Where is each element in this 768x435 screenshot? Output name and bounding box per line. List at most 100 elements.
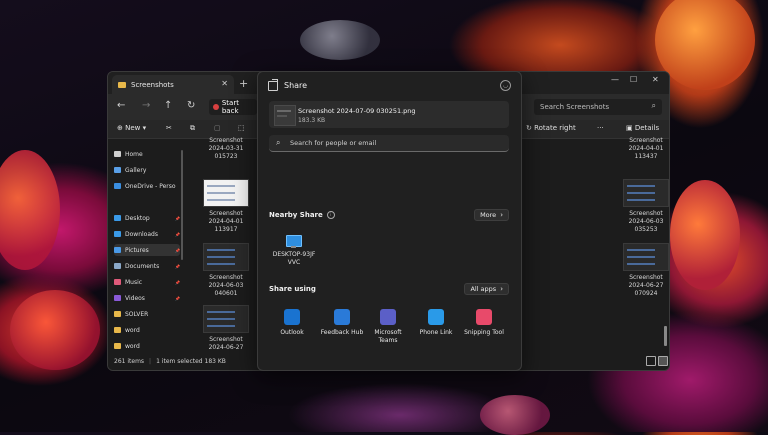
share-app[interactable]: Microsoft Teams — [364, 309, 412, 345]
sidebar-item-icon — [114, 247, 121, 253]
pin-icon: 📌 — [175, 295, 180, 301]
sidebar-item[interactable]: Home — [114, 148, 180, 160]
thumbnail-line — [207, 311, 235, 313]
file-name-line: 070924 — [634, 290, 658, 297]
more-options-button[interactable]: ··· — [597, 124, 604, 132]
sidebar-item[interactable]: Videos 📌 — [114, 292, 180, 304]
shared-file-card: Screenshot 2024-07-09 030251.png 183.3 K… — [269, 101, 509, 128]
file-name-line: Screenshot — [629, 274, 663, 281]
sidebar-item-label: Pictures — [125, 246, 149, 254]
app-label: Outlook — [280, 329, 304, 336]
share-title: Share — [284, 81, 308, 90]
sidebar-item[interactable]: SOLVER — [114, 308, 180, 320]
file-name-line: Screenshot — [209, 137, 243, 144]
file-name-line: 2024-06-03 — [208, 282, 244, 289]
thumbnail-line — [627, 185, 655, 187]
thumbnail-line — [207, 256, 235, 258]
file-name-line: Screenshot — [209, 336, 243, 343]
sidebar-item-label: Gallery — [125, 166, 147, 174]
share-app[interactable]: Phone Link — [412, 309, 460, 337]
thumbnail-line — [207, 263, 235, 265]
new-button[interactable]: ⊕ New ▾ — [117, 124, 146, 132]
copy-icon[interactable]: ⧉ — [190, 124, 195, 133]
file-item[interactable]: Screenshot 2024-06-03 035253 — [618, 179, 669, 234]
sidebar-item-label: Videos — [125, 294, 145, 302]
share-app[interactable]: Outlook — [268, 309, 316, 337]
app-icon — [428, 309, 444, 325]
item-count: 261 items — [114, 357, 145, 365]
rotate-right-button[interactable]: ↻ Rotate right — [526, 124, 576, 132]
file-name-line: Screenshot — [209, 210, 243, 217]
sidebar-item[interactable]: word — [114, 324, 180, 336]
file-item[interactable]: Screenshot 2024-04-01 113917 — [198, 179, 254, 234]
address-field[interactable]: Start back — [209, 99, 257, 115]
forward-arrow-icon[interactable]: → — [142, 100, 150, 111]
thumbnail-line — [207, 192, 235, 194]
share-app[interactable]: Snipping Tool — [460, 309, 508, 337]
file-grid-scrollbar[interactable] — [664, 326, 667, 346]
details-view-icon[interactable] — [646, 356, 656, 366]
file-thumbnail — [274, 105, 296, 126]
app-icon — [380, 309, 396, 325]
file-name-line: 015723 — [214, 153, 238, 160]
sidebar-item[interactable]: Desktop 📌 — [114, 212, 180, 224]
chevron-right-icon: › — [500, 211, 503, 219]
file-item[interactable]: Screenshot 2024-03-31 015723 — [198, 137, 254, 161]
file-thumbnail — [203, 243, 249, 271]
details-button[interactable]: ▣ Details — [626, 124, 659, 132]
rename-icon[interactable]: ⬚ — [238, 124, 245, 132]
up-arrow-icon[interactable]: ↑ — [164, 100, 172, 111]
sidebar-item-icon — [114, 167, 121, 173]
refresh-icon[interactable]: ↻ — [187, 100, 195, 111]
search-input[interactable]: Search Screenshots ⌕ — [534, 99, 662, 115]
thumbnail-line — [627, 256, 655, 258]
file-name-line: 2024-06-03 — [628, 218, 664, 225]
wallpaper-blob — [655, 0, 755, 90]
more-button[interactable]: More › — [474, 209, 509, 221]
back-arrow-icon[interactable]: ← — [117, 100, 125, 111]
new-tab-button[interactable]: + — [239, 77, 248, 90]
sidebar-item[interactable]: Documents 📌 — [114, 260, 180, 272]
close-window-icon[interactable]: ✕ — [652, 75, 659, 84]
sidebar-item-label: Desktop — [125, 214, 150, 222]
tab-screenshots[interactable]: Screenshots ✕ — [112, 75, 234, 94]
tab-title: Screenshots — [131, 80, 174, 89]
nearby-device[interactable]: DESKTOP-93JF VVC — [272, 235, 316, 267]
minimize-icon[interactable]: — — [611, 75, 619, 84]
sidebar-item[interactable]: Gallery — [114, 164, 180, 176]
share-app[interactable]: Feedback Hub — [318, 309, 366, 337]
sidebar-item[interactable]: Downloads 📌 — [114, 228, 180, 240]
sidebar-item-icon — [114, 343, 121, 349]
cut-icon[interactable]: ✂ — [166, 124, 172, 132]
file-item[interactable]: Screenshot 2024-04-01 113437 — [618, 137, 669, 161]
account-icon[interactable]: ◡ — [500, 80, 511, 91]
thumbnail-line — [627, 263, 655, 265]
close-tab-icon[interactable]: ✕ — [221, 79, 228, 88]
sidebar-item[interactable]: Pictures 📌 — [114, 244, 180, 256]
people-search-input[interactable]: ⌕ Search for people or email — [269, 135, 509, 152]
maximize-icon[interactable]: ☐ — [630, 75, 637, 84]
all-apps-button[interactable]: All apps › — [464, 283, 509, 295]
sidebar-item[interactable]: OneDrive - Perso — [114, 180, 180, 192]
app-icon — [334, 309, 350, 325]
sidebar-item-label: SOLVER — [125, 310, 149, 318]
file-item[interactable]: Screenshot 2024-06-27 070924 — [618, 243, 669, 298]
sidebar-item[interactable]: word — [114, 340, 180, 352]
sidebar-item-label: word — [125, 326, 140, 334]
sidebar-item-label: Home — [125, 150, 143, 158]
sidebar-item-label: Music — [125, 278, 143, 286]
record-icon — [213, 104, 219, 110]
share-using-heading: Share using — [269, 285, 316, 293]
sidebar-scrollbar[interactable] — [181, 150, 183, 260]
wallpaper-blob — [10, 290, 100, 370]
sidebar-item-icon — [114, 215, 121, 221]
thumbnail-view-icon[interactable] — [658, 356, 668, 366]
app-label: Microsoft — [374, 329, 402, 336]
pin-icon: 📌 — [175, 247, 180, 253]
sidebar-item[interactable]: Music 📌 — [114, 276, 180, 288]
info-icon[interactable]: i — [326, 211, 335, 219]
paste-icon[interactable]: ▢ — [214, 124, 221, 132]
file-thumbnail — [203, 305, 249, 333]
file-item[interactable]: Screenshot 2024-06-03 040601 — [198, 243, 254, 298]
selection-info: 1 item selected 183 KB — [156, 357, 226, 365]
